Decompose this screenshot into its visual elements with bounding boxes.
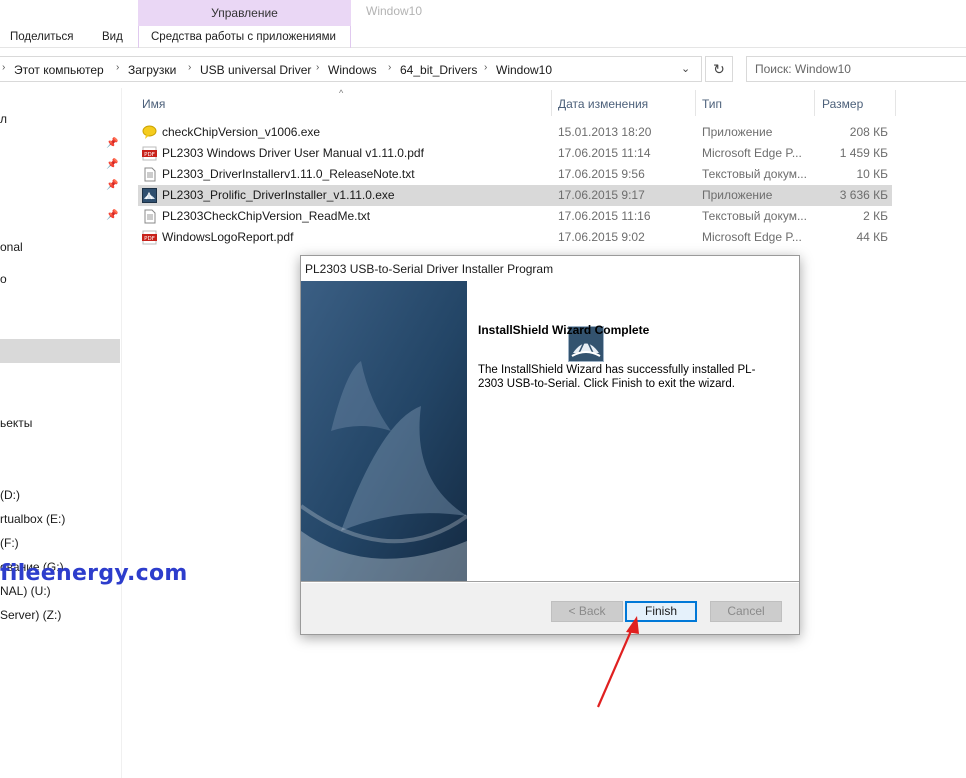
refresh-button[interactable]: ↻	[705, 56, 733, 82]
file-type: Текстовый докум...	[702, 209, 807, 223]
breadcrumb-this-pc[interactable]: Этот компьютер	[14, 63, 104, 77]
ribbon-context-header-manage[interactable]: Управление	[138, 0, 351, 26]
dialog-title[interactable]: PL2303 USB-to-Serial Driver Installer Pr…	[301, 256, 799, 281]
file-type: Приложение	[702, 188, 773, 202]
search-input[interactable]: Поиск: Window10	[746, 56, 966, 82]
file-date: 15.01.2013 18:20	[558, 125, 652, 139]
refresh-icon: ↻	[713, 61, 725, 77]
svg-text:PDF: PDF	[144, 152, 155, 158]
dialog-divider	[301, 581, 799, 583]
column-header-type[interactable]: Тип	[702, 97, 722, 111]
file-size: 44 КБ	[856, 230, 888, 244]
file-name: WindowsLogoReport.pdf	[162, 230, 294, 244]
breadcrumb-downloads[interactable]: Загрузки	[128, 63, 176, 77]
nav-item[interactable]: onal	[0, 240, 23, 254]
nav-item-drive-f[interactable]: (F:)	[0, 536, 19, 550]
chevron-right-icon[interactable]: ›	[388, 62, 391, 73]
nav-item[interactable]: ьекты	[0, 416, 32, 430]
file-size: 10 КБ	[856, 167, 888, 181]
file-name: PL2303_Prolific_DriverInstaller_v1.11.0.…	[162, 188, 395, 202]
wizard-heading: InstallShield Wizard Complete	[478, 323, 650, 337]
nav-item-drive-e[interactable]: rtualbox (E:)	[0, 512, 65, 526]
chevron-right-icon[interactable]: ›	[316, 62, 319, 73]
table-row-selected[interactable]: PL2303_Prolific_DriverInstaller_v1.11.0.…	[138, 185, 892, 206]
column-header-name[interactable]: Имя	[142, 97, 165, 111]
sort-ascending-icon: ^	[339, 88, 344, 98]
text-file-icon	[144, 167, 156, 182]
nav-item[interactable]: л	[0, 112, 7, 126]
nav-item-drive-d[interactable]: (D:)	[0, 488, 20, 502]
file-type: Текстовый докум...	[702, 167, 807, 181]
chevron-right-icon[interactable]: ›	[188, 62, 191, 73]
file-date: 17.06.2015 11:16	[558, 209, 651, 223]
file-size: 3 636 КБ	[839, 188, 888, 202]
window-title: Window10	[366, 4, 423, 18]
table-row[interactable]: PDF WindowsLogoReport.pdf 17.06.2015 9:0…	[138, 227, 892, 248]
nav-item-drive-u[interactable]: NAL) (U:)	[0, 584, 51, 598]
file-type: Microsoft Edge P...	[702, 146, 802, 160]
table-row[interactable]: PDF PL2303 Windows Driver User Manual v1…	[138, 143, 892, 164]
pdf-icon: PDF	[142, 230, 157, 245]
file-date: 17.06.2015 9:56	[558, 167, 645, 181]
file-name: PL2303_DriverInstallerv1.11.0_ReleaseNot…	[162, 167, 415, 181]
pin-icon[interactable]: 📌	[106, 159, 118, 170]
svg-text:PDF: PDF	[144, 236, 155, 242]
column-divider[interactable]	[814, 90, 815, 116]
file-name: PL2303 Windows Driver User Manual v1.11.…	[162, 146, 424, 160]
file-date: 17.06.2015 11:14	[558, 146, 651, 160]
column-divider[interactable]	[895, 90, 896, 116]
cancel-button[interactable]: Cancel	[710, 601, 782, 622]
navigation-pane: л 📌 📌 📌 📌 onal о ьекты (D:) rtualbox (E:…	[0, 88, 122, 778]
file-type: Microsoft Edge P...	[702, 230, 802, 244]
column-divider[interactable]	[695, 90, 696, 116]
file-name: checkChipVersion_v1006.exe	[162, 125, 321, 139]
column-header-date[interactable]: Дата изменения	[558, 97, 648, 111]
file-date: 17.06.2015 9:02	[558, 230, 645, 244]
file-date: 17.06.2015 9:17	[558, 188, 645, 202]
tab-view[interactable]: Вид	[102, 31, 123, 43]
address-row: › Этот компьютер › Загрузки › USB univer…	[0, 54, 966, 84]
table-row[interactable]: PL2303_DriverInstallerv1.11.0_ReleaseNot…	[138, 164, 892, 185]
file-size: 1 459 КБ	[839, 146, 888, 160]
tab-share[interactable]: Поделиться	[10, 31, 74, 43]
chevron-right-icon: ›	[2, 62, 6, 73]
dialog-content: InstallShield Wizard Complete The Instal…	[467, 281, 799, 581]
annotation-arrow-icon	[596, 616, 639, 708]
tab-application-tools[interactable]: Средства работы с приложениями	[151, 31, 336, 43]
pin-icon[interactable]: 📌	[106, 180, 118, 191]
column-header-size[interactable]: Размер	[822, 97, 863, 111]
table-row[interactable]: PL2303CheckChipVersion_ReadMe.txt 17.06.…	[138, 206, 892, 227]
column-divider[interactable]	[551, 90, 552, 116]
yellow-bubble-icon	[142, 125, 157, 139]
chevron-right-icon[interactable]: ›	[484, 62, 487, 73]
chevron-down-icon[interactable]: ⌄	[681, 62, 690, 75]
watermark: fileenergy.com	[0, 561, 188, 586]
nav-selected-item[interactable]	[0, 339, 120, 363]
breadcrumb-window10[interactable]: Window10	[496, 63, 552, 77]
file-size: 2 КБ	[863, 209, 888, 223]
wizard-message: The InstallShield Wizard has successfull…	[478, 364, 756, 390]
breadcrumb-windows[interactable]: Windows	[328, 63, 377, 77]
installer-dialog: PL2303 USB-to-Serial Driver Installer Pr…	[300, 255, 800, 635]
installshield-sail-graphic	[301, 281, 467, 581]
ribbon: Управление Window10 Поделиться Вид Средс…	[0, 0, 966, 48]
pdf-icon: PDF	[142, 146, 157, 161]
installer-icon	[142, 188, 157, 203]
file-type: Приложение	[702, 125, 773, 139]
file-size: 208 КБ	[849, 125, 888, 139]
chevron-right-icon[interactable]: ›	[116, 62, 119, 73]
wizard-banner-image	[301, 281, 467, 581]
text-file-icon	[144, 209, 156, 224]
nav-item[interactable]: о	[0, 272, 7, 286]
pin-icon[interactable]: 📌	[106, 210, 118, 221]
breadcrumb-64-bit-drivers[interactable]: 64_bit_Drivers	[400, 63, 477, 77]
pin-icon[interactable]: 📌	[106, 138, 118, 149]
address-bar[interactable]: › Этот компьютер › Загрузки › USB univer…	[0, 56, 702, 82]
table-row[interactable]: checkChipVersion_v1006.exe 15.01.2013 18…	[138, 122, 892, 143]
file-name: PL2303CheckChipVersion_ReadMe.txt	[162, 209, 371, 223]
breadcrumb-usb-universal-driver[interactable]: USB universal Driver	[200, 63, 311, 77]
nav-item-drive-z[interactable]: Server) (Z:)	[0, 608, 61, 622]
